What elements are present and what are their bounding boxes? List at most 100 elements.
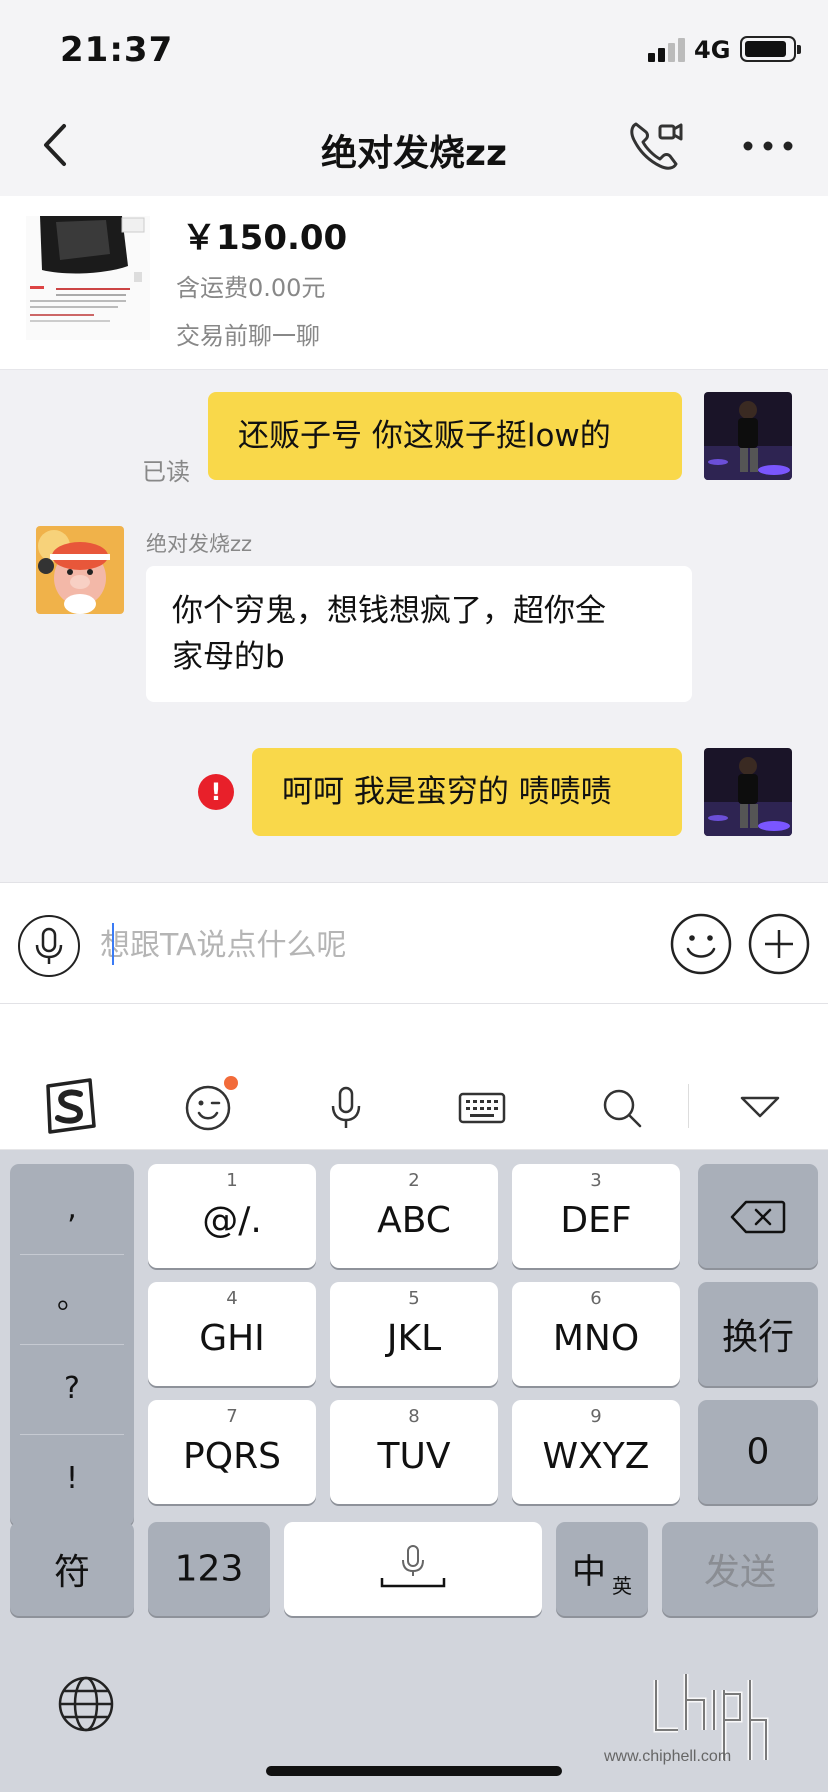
sender-name: 绝对发烧zz	[146, 532, 253, 556]
my-avatar[interactable]	[704, 392, 792, 480]
key-label: 符	[53, 1552, 90, 1593]
outgoing-message-bubble[interactable]: 还贩子号 你这贩子挺low的	[208, 392, 682, 480]
key-label: ABC	[377, 1200, 451, 1241]
search-icon	[603, 1089, 642, 1128]
emoji-wink-icon	[185, 1085, 231, 1131]
product-chat-hint: 交易前聊一聊	[176, 322, 320, 350]
key-label: GHI	[199, 1318, 265, 1359]
collapse-keyboard-button[interactable]	[734, 1082, 786, 1134]
contact-avatar[interactable]	[36, 526, 124, 614]
key-number: 5	[408, 1288, 420, 1309]
keyboard-icon	[458, 1092, 506, 1124]
send-key[interactable]: 发送	[662, 1522, 818, 1616]
phone-video-icon	[630, 122, 683, 170]
text-cursor	[112, 923, 114, 965]
key-label: PQRS	[183, 1436, 281, 1477]
lang-en-label: 英	[612, 1574, 632, 1598]
newline-key[interactable]: 换行	[698, 1282, 818, 1386]
key-6[interactable]: 6 MNO	[512, 1282, 680, 1386]
punct-key-comma[interactable]: ,	[10, 1164, 134, 1254]
key-number: 6	[590, 1288, 602, 1309]
key-0[interactable]: 0	[698, 1400, 818, 1504]
key-7[interactable]: 7 PQRS	[148, 1400, 316, 1504]
read-status: 已读	[142, 458, 190, 486]
message-input[interactable]	[100, 917, 660, 973]
key-number: 7	[226, 1406, 238, 1427]
punct-key-question[interactable]: ?	[10, 1344, 134, 1434]
product-thumbnail[interactable]	[26, 216, 150, 340]
key-label: 换行	[721, 1317, 794, 1358]
key-3[interactable]: 3 DEF	[512, 1164, 680, 1268]
key-5[interactable]: 5 JKL	[330, 1282, 498, 1386]
punct-key-period[interactable]: 。	[10, 1254, 134, 1344]
punct-key-exclaim[interactable]: !	[10, 1434, 134, 1524]
keyboard-switch-button[interactable]	[456, 1082, 508, 1134]
key-number: 3	[590, 1170, 602, 1191]
numbers-key[interactable]: 123	[148, 1522, 270, 1616]
key-label: TUV	[377, 1436, 451, 1477]
toolbar-divider	[688, 1084, 689, 1128]
globe-icon	[58, 1676, 114, 1732]
status-bar: 21:37 4G	[0, 0, 828, 96]
nav-bar: 绝对发烧zz	[0, 96, 828, 196]
punctuation-column[interactable]: , 。 ? !	[10, 1164, 134, 1526]
lang-zh-label: 中	[572, 1552, 606, 1592]
emoji-button[interactable]	[670, 913, 732, 975]
video-call-button[interactable]	[626, 116, 684, 174]
home-indicator[interactable]	[266, 1766, 562, 1776]
key-4[interactable]: 4 GHI	[148, 1282, 316, 1386]
message-text: 还贩子号 你这贩子挺low的	[238, 418, 611, 454]
mic-icon	[331, 1086, 361, 1128]
globe-button[interactable]	[56, 1674, 116, 1734]
language-switch-key[interactable]: 中 英	[556, 1522, 648, 1616]
key-1[interactable]: 1 @/.	[148, 1164, 316, 1268]
space-mic-icon	[380, 1545, 446, 1588]
plus-icon	[748, 913, 810, 975]
key-label: 0	[746, 1431, 770, 1473]
product-card[interactable]: ￥150.00 含运费0.00元 交易前聊一聊	[0, 196, 828, 370]
my-avatar[interactable]	[704, 748, 792, 836]
chat-message-list[interactable]: 已读 还贩子号 你这贩子挺low的 绝对发烧zz 你个穷鬼，想钱想疯了，超你全 …	[0, 370, 828, 882]
backspace-icon	[730, 1200, 786, 1234]
key-label: 发送	[703, 1552, 776, 1593]
key-label: JKL	[386, 1318, 442, 1359]
key-2[interactable]: 2 ABC	[330, 1164, 498, 1268]
product-shipping: 含运费0.00元	[176, 274, 326, 302]
send-failed-icon[interactable]: !	[198, 774, 234, 810]
notification-dot	[224, 1076, 238, 1090]
avatar-image	[704, 392, 792, 480]
key-number: 9	[590, 1406, 602, 1427]
backspace-key[interactable]	[698, 1164, 818, 1268]
battery-fill	[745, 41, 786, 57]
sogou-logo-button[interactable]	[40, 1076, 100, 1136]
ime-search-button[interactable]	[596, 1082, 648, 1134]
ime-voice-button[interactable]	[320, 1082, 372, 1134]
key-label: DEF	[560, 1200, 632, 1241]
more-actions-button[interactable]	[748, 913, 810, 975]
key-number: 8	[408, 1406, 420, 1427]
emoji-panel-button[interactable]	[182, 1082, 234, 1134]
ime-toolbar	[0, 1062, 828, 1150]
product-price: ￥150.00	[182, 218, 348, 258]
key-label: 123	[174, 1548, 244, 1590]
message-text: 呵呵 我是蛮穷的 啧啧啧	[282, 774, 612, 810]
avatar-image	[704, 748, 792, 836]
chat-title: 绝对发烧zz	[321, 133, 507, 174]
network-type: 4G	[694, 36, 731, 64]
product-image	[26, 216, 150, 340]
voice-input-button[interactable]	[18, 915, 80, 977]
keyboard-spacer	[0, 1004, 828, 1062]
sogou-logo-icon	[46, 1078, 96, 1134]
key-9[interactable]: 9 WXYZ	[512, 1400, 680, 1504]
symbols-key[interactable]: 符	[10, 1522, 134, 1616]
more-button[interactable]	[740, 120, 796, 170]
outgoing-message-bubble[interactable]: 呵呵 我是蛮穷的 啧啧啧	[252, 748, 682, 836]
space-key[interactable]	[284, 1522, 542, 1616]
message-text-line: 你个穷鬼，想钱想疯了，超你全	[172, 593, 606, 629]
message-text-line: 家母的b	[172, 639, 285, 675]
key-number: 2	[408, 1170, 420, 1191]
key-8[interactable]: 8 TUV	[330, 1400, 498, 1504]
signal-icon	[648, 38, 688, 62]
key-label: MNO	[552, 1318, 640, 1359]
incoming-message-bubble[interactable]: 你个穷鬼，想钱想疯了，超你全 家母的b	[146, 566, 692, 702]
